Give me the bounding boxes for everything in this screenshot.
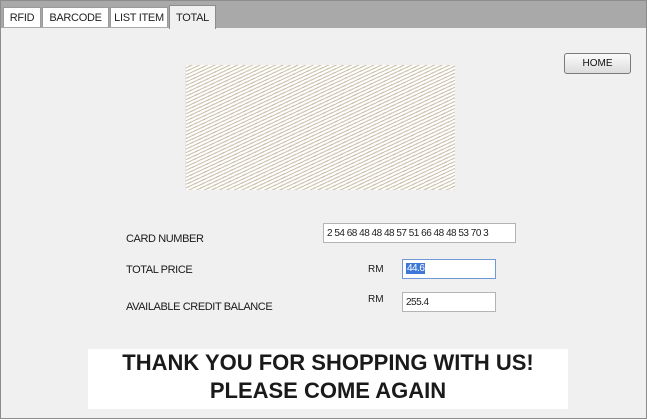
banner-line-2: PLEASE COME AGAIN bbox=[209, 378, 447, 403]
available-balance-label: AVAILABLE CREDIT BALANCE bbox=[126, 301, 273, 313]
tab-strip: RFID BARCODE LIST ITEM TOTAL bbox=[1, 1, 646, 29]
card-number-field[interactable] bbox=[323, 223, 516, 243]
tab-barcode[interactable]: BARCODE bbox=[42, 7, 109, 27]
total-price-value: 44.6 bbox=[406, 263, 426, 274]
tab-total[interactable]: TOTAL bbox=[169, 5, 216, 29]
banner-line-1: THANK YOU FOR SHOPPING WITH US! bbox=[122, 350, 534, 375]
app-window: RFID BARCODE LIST ITEM TOTAL HOME CARD N… bbox=[0, 0, 647, 419]
available-balance-field[interactable] bbox=[402, 292, 496, 312]
total-price-currency: RM bbox=[368, 264, 384, 275]
logo-image bbox=[185, 65, 455, 190]
total-price-field[interactable]: 44.6 bbox=[402, 259, 496, 279]
available-balance-currency: RM bbox=[368, 294, 384, 305]
card-number-label: CARD NUMBER bbox=[126, 233, 204, 245]
tab-rfid[interactable]: RFID bbox=[3, 7, 41, 27]
total-price-label: TOTAL PRICE bbox=[126, 264, 193, 276]
tab-list-item[interactable]: LIST ITEM bbox=[110, 7, 168, 27]
home-button[interactable]: HOME bbox=[564, 53, 631, 74]
thank-you-banner: THANK YOU FOR SHOPPING WITH US! PLEASE C… bbox=[88, 349, 568, 409]
